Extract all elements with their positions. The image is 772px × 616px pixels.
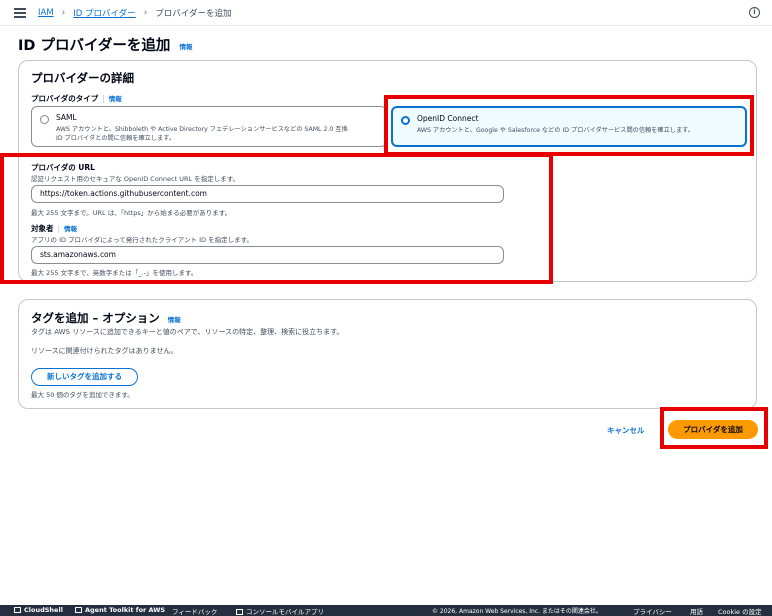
highlight-submit [660, 407, 768, 449]
footer-toolkit[interactable]: Agent Toolkit for AWS [75, 606, 165, 614]
provider-type-saml-tile[interactable]: SAML AWS アカウントと、Shibboleth や Active Dire… [31, 106, 387, 147]
saml-radio[interactable] [40, 115, 49, 124]
page-title: ID プロバイダーを追加 情報 [18, 34, 192, 55]
mobile-icon [236, 609, 243, 615]
chevron-right-icon: › [143, 7, 148, 18]
page-title-text: ID プロバイダーを追加 [18, 38, 171, 54]
top-navigation: IAM › ID プロバイダー › プロバイダーを追加 i [0, 0, 772, 26]
footer-mobile-app[interactable]: コンソールモバイルアプリ [236, 606, 324, 616]
breadcrumb-current: プロバイダーを追加 [155, 8, 232, 19]
cancel-button[interactable]: キャンセル [607, 425, 645, 436]
provider-type-info-link[interactable]: 情報 [109, 95, 122, 103]
provider-type-label: プロバイダのタイプ | 情報 [31, 94, 122, 103]
footer-toolkit-label: Agent Toolkit for AWS [85, 606, 166, 614]
tags-empty-text: リソースに関連付けられたタグはありません。 [31, 347, 178, 355]
footer-feedback[interactable]: フィードバック [172, 606, 217, 616]
console-footer: CloudShell Agent Toolkit for AWS フィードバック… [0, 605, 772, 616]
provider-details-title: プロバイダーの詳細 [31, 71, 135, 85]
footer-cloudshell-label: CloudShell [24, 606, 63, 614]
highlight-url-audience [0, 153, 553, 284]
tags-info-link[interactable]: 情報 [168, 316, 181, 324]
highlight-oidc [384, 95, 754, 156]
add-tag-button[interactable]: 新しいタグを追加する [31, 368, 138, 386]
footer-cookie[interactable]: Cookie の設定 [718, 606, 762, 616]
saml-desc: AWS アカウントと、Shibboleth や Active Directory… [56, 126, 348, 142]
tags-title-text: タグを追加 – オプション [31, 311, 160, 325]
provider-type-label-text: プロバイダのタイプ [31, 94, 99, 103]
chevron-right-icon: › [61, 7, 66, 18]
footer-terms[interactable]: 用語 [690, 606, 703, 616]
tags-title: タグを追加 – オプション 情報 [31, 310, 181, 326]
breadcrumb: IAM › ID プロバイダー › プロバイダーを追加 [38, 7, 231, 19]
breadcrumb-id-providers[interactable]: ID プロバイダー [73, 7, 135, 19]
footer-privacy[interactable]: プライバシー [633, 606, 672, 616]
footer-mobile-label: コンソールモバイルアプリ [246, 608, 324, 616]
page-info-link[interactable]: 情報 [179, 43, 192, 51]
footer-cloudshell[interactable]: CloudShell [14, 606, 63, 614]
tags-hint: 最大 50 個のタグを追加できます。 [31, 391, 134, 399]
tags-desc: タグは AWS リソースに追加できるキーと値のペアで、リソースの特定、整理、検索… [31, 328, 344, 336]
menu-icon[interactable] [14, 7, 26, 18]
breadcrumb-iam[interactable]: IAM [38, 8, 54, 18]
saml-title: SAML [56, 113, 77, 122]
info-icon[interactable]: i [749, 7, 760, 18]
toolkit-icon [75, 607, 82, 613]
footer-copyright: © 2026, Amazon Web Services, Inc. またはその関… [432, 608, 602, 615]
tags-panel: タグを追加 – オプション 情報 タグは AWS リソースに追加できるキーと値の… [18, 299, 757, 409]
terminal-icon [14, 607, 21, 613]
